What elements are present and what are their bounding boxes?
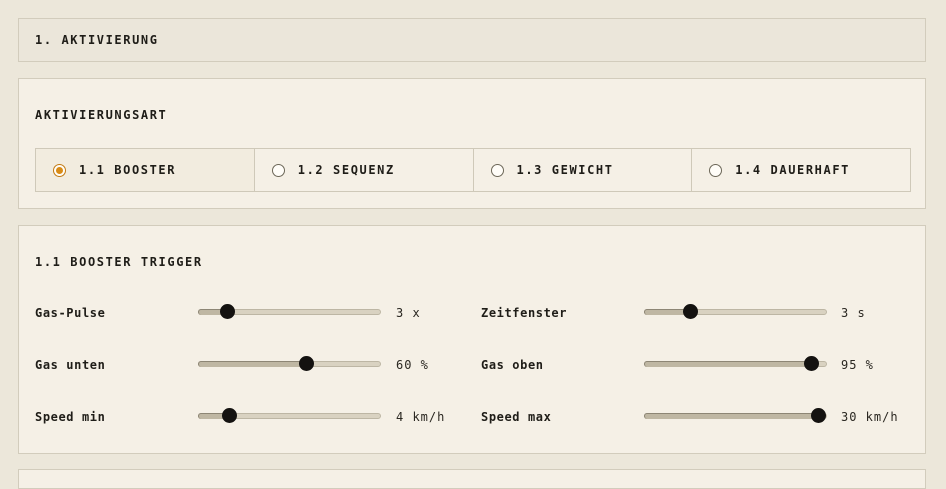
- radio-button-gewicht[interactable]: [490, 163, 504, 177]
- next-section-panel: [18, 469, 926, 489]
- gas-unten-label: Gas unten: [35, 358, 106, 372]
- activation-mode-title: AKTIVIERUNGSART: [35, 108, 168, 122]
- gas-unten-value: 60 %: [396, 358, 429, 372]
- slider-fill: [198, 361, 306, 367]
- activation-mode-panel: AKTIVIERUNGSART 1.1 BOOSTER 1.2 SEQUENZ …: [18, 78, 926, 209]
- zeitfenster-slider[interactable]: [644, 304, 827, 319]
- slider-thumb[interactable]: [811, 408, 826, 423]
- radio-option-gewicht[interactable]: 1.3 GEWICHT: [474, 149, 693, 191]
- slider-fill: [644, 413, 818, 419]
- speed-min-slider[interactable]: [198, 408, 381, 423]
- radio-label-sequenz: 1.2 SEQUENZ: [297, 163, 395, 177]
- gas-oben-label: Gas oben: [481, 358, 544, 372]
- speed-min-label: Speed min: [35, 410, 106, 424]
- slider-thumb[interactable]: [220, 304, 235, 319]
- slider-fill: [644, 361, 811, 367]
- radio-option-dauerhaft[interactable]: 1.4 DAUERHAFT: [692, 149, 910, 191]
- speed-max-label: Speed max: [481, 410, 552, 424]
- slider-thumb[interactable]: [804, 356, 819, 371]
- gas-pulse-slider[interactable]: [198, 304, 381, 319]
- radio-button-dauerhaft[interactable]: [709, 163, 723, 177]
- section-header-title: 1. AKTIVIERUNG: [35, 33, 159, 47]
- slider-thumb[interactable]: [683, 304, 698, 319]
- gas-unten-slider[interactable]: [198, 356, 381, 371]
- radio-button-sequenz[interactable]: [271, 163, 285, 177]
- zeitfenster-label: Zeitfenster: [481, 306, 568, 320]
- gas-pulse-value: 3 x: [396, 306, 421, 320]
- speed-min-value: 4 km/h: [396, 410, 446, 424]
- speed-max-value: 30 km/h: [841, 410, 899, 424]
- gas-oben-slider[interactable]: [644, 356, 827, 371]
- radio-option-sequenz[interactable]: 1.2 SEQUENZ: [255, 149, 474, 191]
- radio-button-booster[interactable]: [53, 163, 66, 177]
- booster-trigger-title: 1.1 BOOSTER TRIGGER: [35, 255, 203, 269]
- gas-pulse-label: Gas-Pulse: [35, 306, 106, 320]
- speed-max-slider[interactable]: [644, 408, 827, 423]
- radio-label-dauerhaft: 1.4 DAUERHAFT: [735, 163, 850, 177]
- radio-option-booster[interactable]: 1.1 BOOSTER: [36, 149, 255, 191]
- gas-oben-value: 95 %: [841, 358, 874, 372]
- radio-label-booster: 1.1 BOOSTER: [79, 163, 177, 177]
- activation-mode-radio-group: 1.1 BOOSTER 1.2 SEQUENZ 1.3 GEWICHT 1.4 …: [35, 148, 911, 192]
- slider-thumb[interactable]: [299, 356, 314, 371]
- zeitfenster-value: 3 s: [841, 306, 866, 320]
- section-header-aktivierung[interactable]: 1. AKTIVIERUNG: [18, 18, 926, 62]
- radio-label-gewicht: 1.3 GEWICHT: [516, 163, 614, 177]
- booster-trigger-panel: 1.1 BOOSTER TRIGGER Gas-Pulse 3 x Zeitfe…: [18, 225, 926, 454]
- slider-thumb[interactable]: [222, 408, 237, 423]
